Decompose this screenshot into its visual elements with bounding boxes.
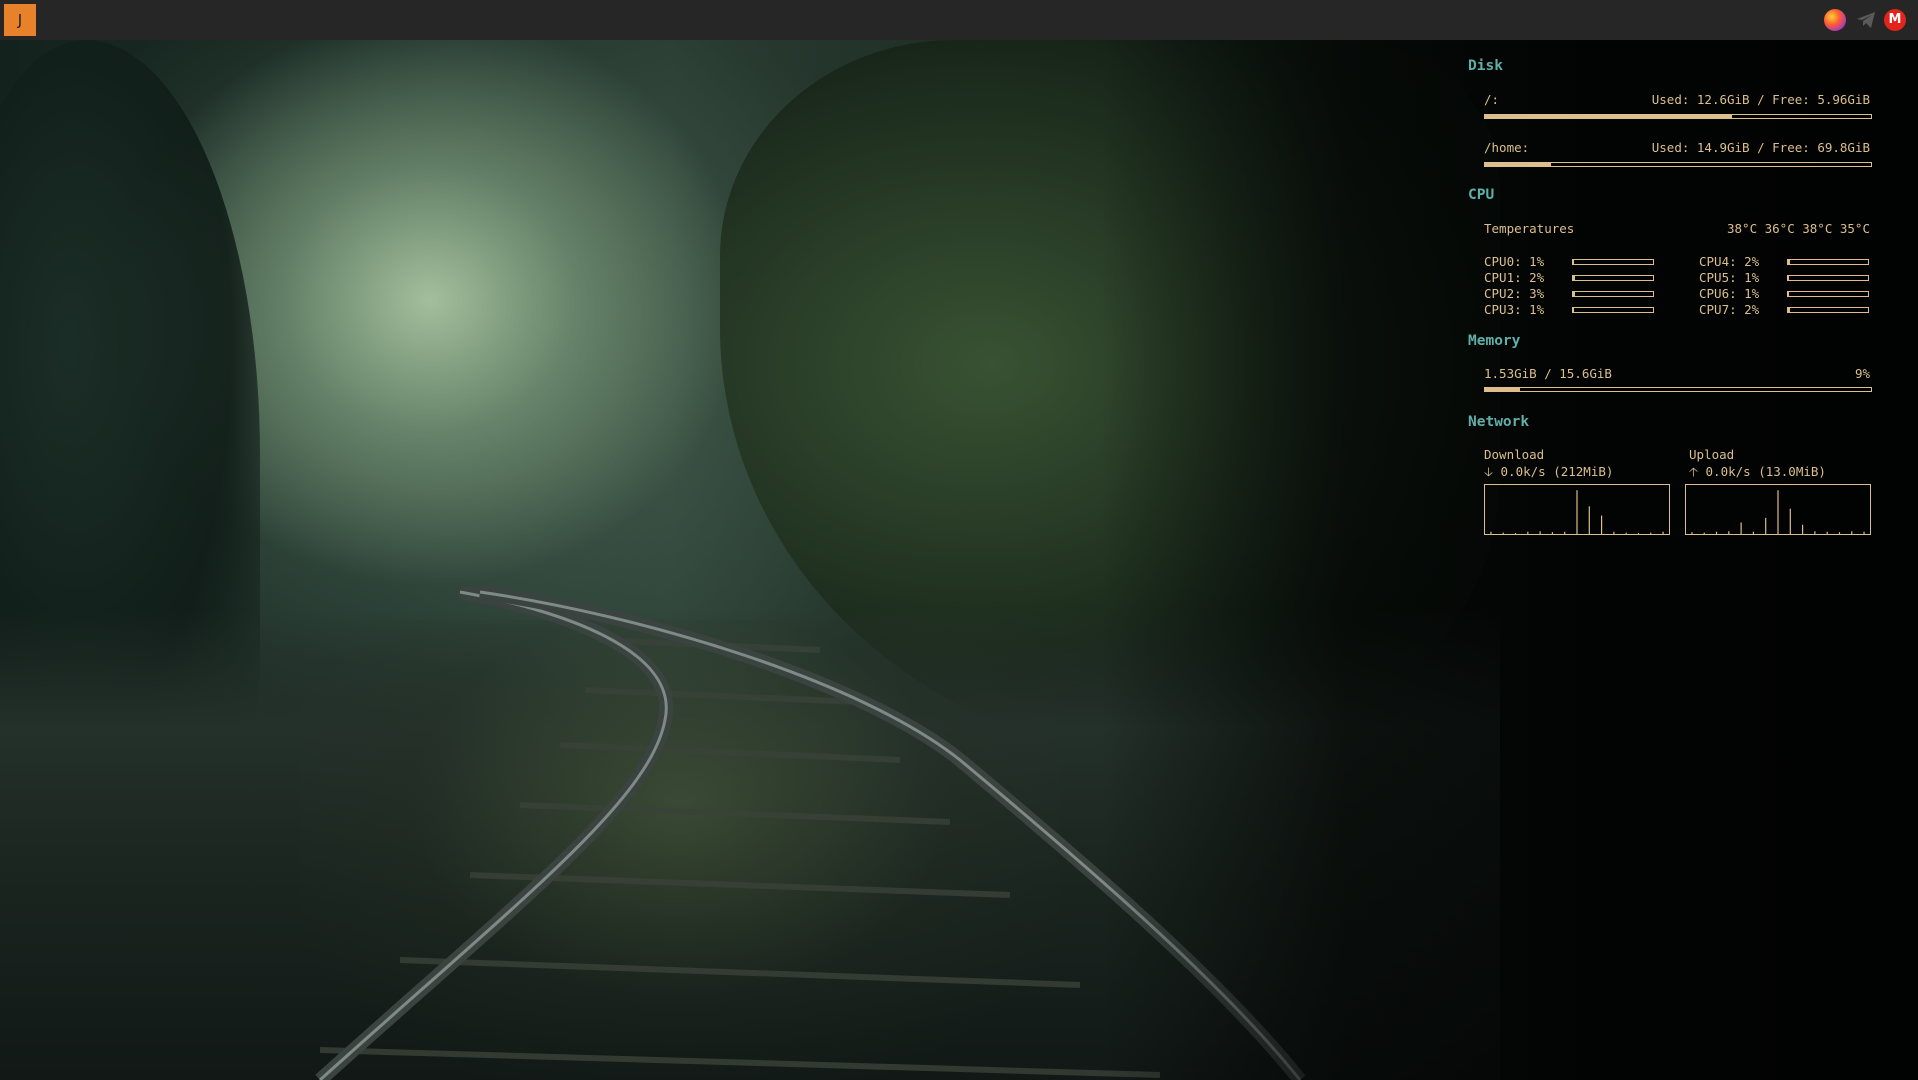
cpu-core-bar-fill	[1573, 292, 1576, 296]
upload-graph-svg	[1691, 490, 1865, 534]
cpu-core-bar-fill	[1573, 276, 1575, 280]
disk-home-label: /home:	[1484, 140, 1530, 155]
upload-label: Upload	[1689, 447, 1735, 462]
cpu-core-bar-fill	[1788, 292, 1789, 296]
arrow-up-icon: 🡡	[1689, 464, 1698, 479]
telegram-icon[interactable]	[1855, 9, 1877, 31]
cpu-core-bar-fill	[1573, 260, 1574, 264]
cpu-core-bar	[1787, 307, 1869, 313]
cpu-core-bar-fill	[1788, 276, 1789, 280]
cpu-core-label: CPU3: 1%	[1484, 302, 1545, 317]
gmail-icon[interactable]: M	[1884, 9, 1906, 31]
download-label: Download	[1484, 447, 1545, 462]
cpu-core-label: CPU6: 1%	[1699, 286, 1760, 301]
cpu-core-label: CPU5: 1%	[1699, 270, 1760, 285]
arrow-down-icon: 🡣	[1484, 464, 1493, 479]
cpu-core-bar-fill	[1573, 308, 1574, 312]
firefox-icon[interactable]	[1824, 9, 1846, 31]
memory-bar	[1484, 387, 1872, 392]
top-panel: J M	[0, 0, 1918, 40]
disk-root-bar	[1484, 114, 1872, 119]
disk-root-bar-fill	[1485, 115, 1733, 118]
cpu-core-bar	[1572, 307, 1654, 313]
cpu-core-bar	[1787, 291, 1869, 297]
cpu-core-bar	[1572, 291, 1654, 297]
disk-root-label: /:	[1484, 92, 1500, 107]
download-rate-row: 🡣 0.0k/s (212MiB)	[1484, 463, 1613, 484]
upload-rate: 0.0k/s (13.0MiB)	[1705, 464, 1826, 479]
memory-percent: 9%	[1854, 366, 1870, 381]
upload-graph	[1685, 484, 1871, 535]
memory-section-title: Memory	[1468, 333, 1521, 349]
cpu-core-bar-fill	[1788, 308, 1790, 312]
disk-section-title: Disk	[1468, 58, 1503, 74]
cpu-core-bar	[1787, 259, 1869, 265]
cpu-section-title: CPU	[1468, 187, 1495, 203]
network-section-title: Network	[1468, 414, 1530, 430]
memory-bar-fill	[1485, 388, 1520, 391]
cpu-temperatures-values: 38°C 36°C 38°C 35°C	[1727, 221, 1870, 236]
download-rate: 0.0k/s (212MiB)	[1500, 464, 1614, 479]
cpu-temperatures-label: Temperatures	[1484, 221, 1575, 236]
download-graph-svg	[1490, 490, 1664, 534]
cpu-core-bar	[1572, 259, 1654, 265]
upload-rate-row: 🡡 0.0k/s (13.0MiB)	[1689, 463, 1826, 484]
cpu-core-label: CPU1: 2%	[1484, 270, 1545, 285]
cpu-core-label: CPU7: 2%	[1699, 302, 1760, 317]
cpu-core-label: CPU0: 1%	[1484, 254, 1545, 269]
disk-home-bar	[1484, 162, 1872, 167]
cpu-core-label: CPU2: 3%	[1484, 286, 1545, 301]
disk-root-usage: Used: 12.6GiB / Free: 5.96GiB	[1651, 92, 1870, 107]
cpu-core-bar-fill	[1788, 260, 1790, 264]
cpu-core-bar	[1787, 275, 1869, 281]
memory-usage: 1.53GiB / 15.6GiB	[1484, 366, 1612, 381]
cpu-core-label: CPU4: 2%	[1699, 254, 1760, 269]
disk-home-bar-fill	[1485, 163, 1551, 166]
app-launcher-button[interactable]: J	[4, 4, 36, 36]
download-graph	[1484, 484, 1670, 535]
disk-home-usage: Used: 14.9GiB / Free: 69.8GiB	[1651, 140, 1870, 155]
system-monitor-widget: Disk /: Used: 12.6GiB / Free: 5.96GiB /h…	[1466, 52, 1876, 552]
cpu-core-bar	[1572, 275, 1654, 281]
